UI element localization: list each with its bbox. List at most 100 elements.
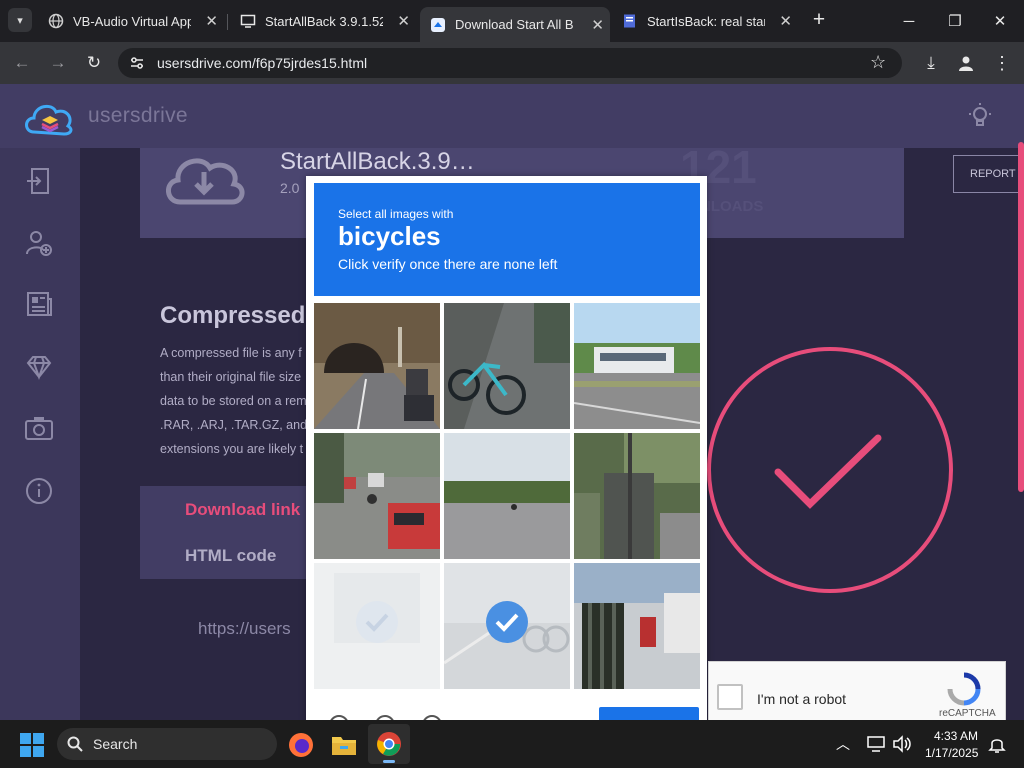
tab-download-link[interactable]: Download link — [185, 500, 300, 520]
tab-startisback[interactable]: StartIsBack: real start m ✕ — [612, 7, 798, 35]
chevron-up-icon[interactable]: ︿ — [836, 734, 850, 754]
tab-title: VB-Audio Virtual Apps — [73, 13, 191, 29]
tab-vb-audio[interactable]: VB-Audio Virtual Apps ✕ — [38, 7, 224, 35]
usersdrive-icon — [430, 17, 446, 33]
recaptcha-brand: reCAPTCHA — [939, 708, 996, 719]
clock-date[interactable]: 1/17/2025 — [925, 746, 978, 760]
captcha-tile[interactable] — [444, 433, 570, 559]
captcha-subtext: Click verify once there are none left — [338, 256, 558, 272]
add-user-icon[interactable] — [24, 228, 54, 258]
minimize-button[interactable]: ─ — [887, 7, 931, 35]
tab-title: Download Start All Back — [455, 17, 573, 32]
search-label: Search — [93, 736, 138, 752]
brand-name[interactable]: usersdrive — [88, 104, 188, 128]
back-icon[interactable]: ← — [9, 50, 35, 76]
not-robot-checkbox[interactable] — [717, 684, 743, 710]
fence-motorbike-image — [574, 563, 700, 689]
captcha-tile[interactable] — [574, 303, 700, 429]
site-info-icon[interactable] — [128, 54, 146, 77]
tab-title: StartIsBack: real start m — [647, 13, 765, 29]
captcha-tile[interactable] — [314, 303, 440, 429]
menu-icon[interactable]: ⋮ — [989, 50, 1015, 76]
firefox-icon[interactable] — [288, 732, 314, 763]
taskbar: Search ︿ 4:33 AM 1/17/2025 — [0, 720, 1024, 768]
camera-icon[interactable] — [24, 413, 54, 443]
close-tab-icon[interactable]: ✕ — [591, 16, 604, 34]
tab-strip: ▾ VB-Audio Virtual Apps ✕ StartAllBack 3… — [0, 0, 1024, 42]
not-robot-label: I'm not a robot — [757, 691, 847, 707]
captcha-target: bicycles — [338, 221, 441, 251]
cloud-download-icon — [162, 146, 248, 211]
captcha-tile[interactable] — [574, 433, 700, 559]
file-size: 2.0 — [280, 180, 300, 196]
download-link-text[interactable]: https://users — [198, 619, 291, 639]
recaptcha-logo-icon — [947, 672, 981, 711]
recaptcha-widget: I'm not a robot reCAPTCHA — [708, 661, 1006, 727]
forward-icon[interactable]: → — [45, 50, 71, 76]
open-road-image — [444, 433, 570, 559]
paragraph-line: data to be stored on a rem — [160, 394, 307, 408]
tab-html-code[interactable]: HTML code — [185, 546, 276, 566]
busy-street-image — [314, 433, 440, 559]
captcha-instruction: Select all images with — [338, 207, 454, 221]
clock-time[interactable]: 4:33 AM — [934, 729, 978, 743]
profile-icon[interactable] — [953, 50, 979, 76]
tab-startallback[interactable]: StartAllBack 3.9.1.5222 ✕ — [230, 7, 416, 35]
page-scrollbar[interactable] — [1018, 142, 1024, 492]
taskbar-search[interactable]: Search — [57, 728, 277, 760]
chrome-icon — [376, 731, 402, 762]
paragraph-line: than their original file size — [160, 370, 302, 384]
notification-bell-icon[interactable] — [988, 735, 1006, 758]
section-heading: Compressed a — [160, 302, 326, 329]
selected-check-icon — [486, 601, 528, 643]
paragraph-line: A compressed file is any f — [160, 346, 302, 360]
captcha-tile-selected[interactable] — [314, 563, 440, 689]
captcha-challenge: Select all images with bicycles Click ve… — [306, 176, 707, 737]
url-text: usersdrive.com/f6p75jrdes15.html — [157, 55, 368, 71]
doc-icon — [622, 13, 638, 29]
file-explorer-icon[interactable] — [331, 733, 357, 762]
captcha-tile[interactable] — [314, 433, 440, 559]
close-tab-icon[interactable]: ✕ — [397, 12, 410, 30]
selected-check-icon — [356, 601, 398, 643]
tunnel-road-image — [314, 303, 440, 429]
network-icon[interactable] — [866, 735, 886, 758]
globe-icon — [48, 13, 64, 29]
chrome-taskbar-button[interactable] — [368, 724, 410, 764]
usersdrive-logo-icon[interactable] — [22, 96, 78, 143]
tab-download-start-all-back[interactable]: Download Start All Back ✕ — [420, 7, 610, 42]
bus-roadside-image — [574, 303, 700, 429]
tab-search-button[interactable]: ▾ — [8, 8, 32, 32]
report-abuse-button[interactable]: REPORT A — [953, 155, 1024, 193]
file-name: StartAllBack.3.9… — [280, 148, 475, 175]
diamond-icon[interactable] — [24, 352, 54, 382]
paragraph-line: .RAR, .ARJ, .TAR.GZ, and . — [160, 418, 314, 432]
new-tab-button[interactable]: + — [808, 8, 830, 32]
search-icon — [67, 736, 83, 757]
captcha-tile[interactable] — [574, 563, 700, 689]
volume-icon[interactable] — [892, 735, 912, 758]
address-bar[interactable]: usersdrive.com/f6p75jrdes15.html ☆ — [118, 48, 902, 78]
trees-street-image — [574, 433, 700, 559]
close-window-button[interactable]: ✕ — [978, 7, 1022, 35]
download-icon[interactable]: ⤓ — [918, 50, 944, 76]
download-count-label: NLOADS — [700, 198, 764, 215]
sidebar — [0, 148, 80, 720]
browser-toolbar: ← → ↻ usersdrive.com/f6p75jrdes15.html ☆… — [0, 42, 1024, 84]
reload-icon[interactable]: ↻ — [81, 50, 107, 76]
tab-title: StartAllBack 3.9.1.5222 — [265, 13, 383, 29]
close-tab-icon[interactable]: ✕ — [205, 12, 218, 30]
captcha-tile[interactable] — [444, 303, 570, 429]
bookmark-star-icon[interactable]: ☆ — [870, 52, 886, 73]
restore-button[interactable]: ❐ — [933, 7, 977, 35]
news-icon[interactable] — [24, 289, 54, 319]
info-icon[interactable] — [24, 476, 54, 506]
monitor-icon — [240, 13, 256, 29]
captcha-tile-selected[interactable] — [444, 563, 570, 689]
windows-start-icon[interactable] — [20, 733, 44, 762]
login-icon[interactable] — [24, 166, 54, 196]
lightbulb-icon[interactable] — [966, 102, 994, 135]
close-tab-icon[interactable]: ✕ — [779, 12, 792, 30]
captcha-header: Select all images with bicycles Click ve… — [314, 183, 700, 296]
success-check-icon — [706, 346, 954, 599]
